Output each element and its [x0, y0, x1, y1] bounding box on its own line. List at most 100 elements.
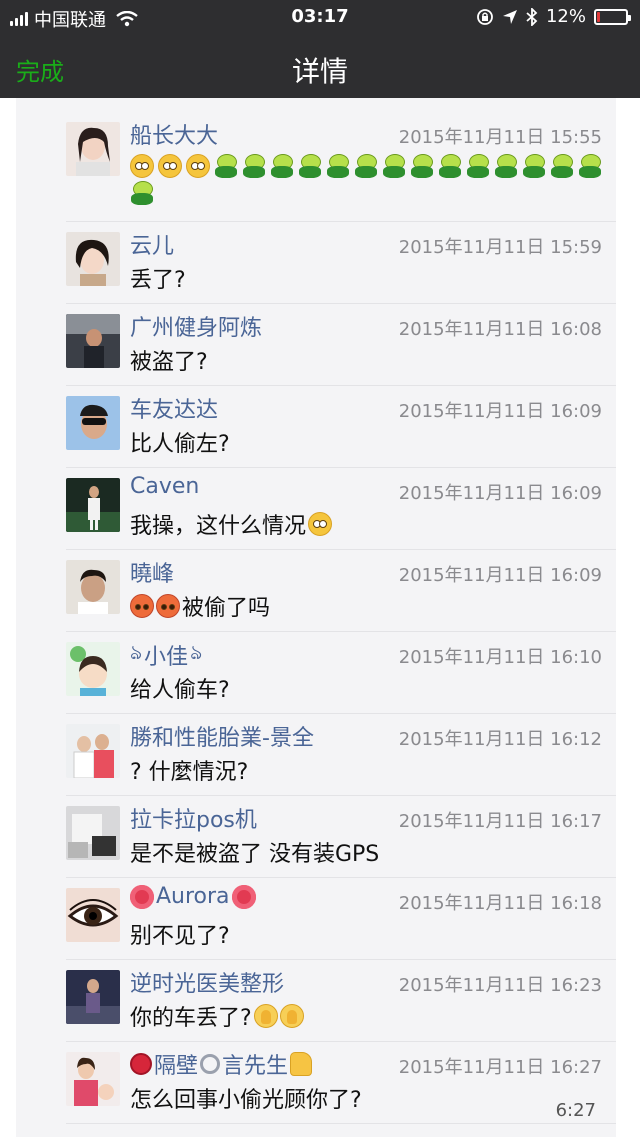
clapping-face-icon: [279, 1004, 304, 1028]
sprout-icon: ঌ: [130, 640, 143, 664]
frog-icon: [354, 154, 378, 178]
commenter-name[interactable]: 逆时光医美整形: [130, 966, 284, 998]
commenter-name[interactable]: 隔壁 言先生: [130, 1048, 313, 1080]
comment-item: 曉峰 2015年11月11日 16:09 被偷了吗: [66, 550, 616, 632]
comment-time: 2015年11月11日 16:17: [398, 811, 602, 832]
flushed-face-icon: [186, 154, 210, 178]
comment-item: Aurora 2015年11月11日 16:18 别不见了?: [66, 878, 616, 960]
comment-item: 勝和性能胎業-景全 2015年11月11日 16:12 ? 什麼情況?: [66, 714, 616, 796]
avatar[interactable]: [66, 478, 120, 532]
comment-time: 2015年11月11日 15:59: [398, 237, 602, 258]
comment-text-label: 丢了?: [130, 268, 186, 293]
commenter-name[interactable]: Aurora: [130, 884, 256, 909]
frog-icon: [382, 154, 406, 178]
battery-percent: 12%: [545, 6, 586, 27]
comment-text-label: 被盗了?: [130, 350, 208, 375]
avatar[interactable]: [66, 560, 120, 614]
commenter-name-label[interactable]: 小佳: [144, 639, 188, 671]
frog-icon: [578, 154, 602, 178]
frog-icon: [494, 154, 518, 178]
frog-icon: [326, 154, 350, 178]
commenter-name[interactable]: ঌ 小佳 ঌ: [130, 638, 202, 671]
battery-fill: [597, 11, 600, 22]
avatar[interactable]: [66, 888, 120, 942]
status-bar: 中国联通 03:17 12%: [0, 0, 640, 34]
commenter-name[interactable]: 勝和性能胎業-景全: [130, 720, 314, 752]
commenter-name[interactable]: 拉卡拉pos机: [130, 802, 257, 834]
comment-text-label: 怎么回事小偷光顾你了?: [130, 1088, 362, 1113]
comment-text-label: 被偷了吗: [182, 596, 271, 621]
frog-icon: [242, 154, 266, 178]
hibiscus-icon: [231, 884, 256, 909]
comment-time: 2015年11月11日 16:09: [398, 483, 602, 504]
comment-text-label: 是不是被盗了 没有装GPS: [130, 842, 380, 867]
comment-text: 别不见了?: [130, 918, 230, 950]
comment-text-label: 别不见了?: [130, 924, 230, 949]
comment-item: 拉卡拉pos机 2015年11月11日 16:17 是不是被盗了 没有装GPS: [66, 796, 616, 878]
done-button[interactable]: 完成: [16, 52, 64, 87]
comment-item: 逆时光医美整形 2015年11月11日 16:23 你的车丢了?: [66, 960, 616, 1042]
angry-face-icon: [130, 594, 154, 618]
commenter-name-part1[interactable]: 隔壁: [154, 1048, 198, 1080]
commenter-name-label[interactable]: Aurora: [156, 884, 230, 909]
avatar[interactable]: [66, 1052, 120, 1106]
page-title: 详情: [291, 55, 348, 88]
comment-text: 你的车丢了?: [130, 1000, 304, 1032]
commenter-name-part2[interactable]: 言先生: [222, 1048, 288, 1080]
frog-icon: [270, 154, 294, 178]
carrier-label: 中国联通: [34, 10, 106, 31]
avatar[interactable]: [66, 642, 120, 696]
comment-list[interactable]: 船长大大 2015年11月11日 15:55 云儿 2015年11月11日 15…: [16, 98, 616, 1137]
comment-text-label: 比人偷左?: [130, 432, 230, 457]
comment-item: 隔壁 言先生 2015年11月11日 16:27 怎么回事小偷光顾你了?: [66, 1042, 616, 1124]
avatar[interactable]: [66, 232, 120, 286]
frog-icon: [410, 154, 434, 178]
rotation-lock-icon: [477, 8, 493, 25]
wifi-icon: [116, 11, 138, 27]
avatar[interactable]: [66, 806, 120, 860]
flushed-face-icon: [130, 154, 154, 178]
avatar[interactable]: [66, 970, 120, 1024]
frog-icon: [130, 181, 154, 205]
comment-time: 2015年11月11日 16:10: [398, 647, 602, 668]
comment-emoji-row: [130, 154, 610, 205]
bluetooth-icon: [526, 7, 538, 26]
signal-bars-icon: [10, 12, 28, 26]
comment-text: 被偷了吗: [130, 590, 270, 622]
avatar[interactable]: [66, 122, 120, 176]
commenter-name[interactable]: 曉峰: [130, 556, 174, 588]
frog-icon: [298, 154, 322, 178]
commenter-name[interactable]: 船长大大: [130, 118, 218, 150]
comment-time: 2015年11月11日 15:55: [398, 127, 602, 148]
rose-icon: [130, 1053, 152, 1075]
commenter-name[interactable]: 车友达达: [130, 392, 218, 424]
comment-item: 云儿 2015年11月11日 15:59 丢了?: [66, 222, 616, 304]
angry-face-icon: [156, 594, 180, 618]
thumbs-up-icon: [290, 1052, 313, 1076]
frog-icon: [438, 154, 462, 178]
commenter-name[interactable]: Caven: [130, 474, 199, 499]
comment-time: 2015年11月11日 16:27: [398, 1057, 602, 1078]
sprout-icon: ঌ: [190, 640, 203, 664]
comment-time: 2015年11月11日 16:09: [398, 565, 602, 586]
comment-text-label: ? 什麼情況?: [130, 760, 249, 785]
commenter-name[interactable]: 云儿: [130, 228, 174, 260]
comment-time: 2015年11月11日 16:23: [398, 975, 602, 996]
avatar[interactable]: [66, 396, 120, 450]
location-arrow-icon: [502, 9, 517, 24]
comment-text: 被盗了?: [130, 344, 208, 376]
avatar[interactable]: [66, 314, 120, 368]
comment-text: 比人偷左?: [130, 426, 230, 458]
commenter-name[interactable]: 广州健身阿炼: [130, 310, 262, 342]
avatar[interactable]: [66, 724, 120, 778]
comment-text: 丢了?: [130, 262, 186, 294]
comment-time: 2015年11月11日 16:09: [398, 401, 602, 422]
comment-time: 2015年11月11日 16:12: [398, 729, 602, 750]
comment-item: ঌ 小佳 ঌ 2015年11月11日 16:10 给人偷车?: [66, 632, 616, 714]
frog-icon: [550, 154, 574, 178]
hibiscus-icon: [130, 884, 154, 909]
frog-icon: [522, 154, 546, 178]
comment-time: 2015年11月11日 16:18: [398, 893, 602, 914]
battery-icon: [594, 8, 631, 25]
comment-item: Caven 2015年11月11日 16:09 我操，这什么情况: [66, 468, 616, 550]
